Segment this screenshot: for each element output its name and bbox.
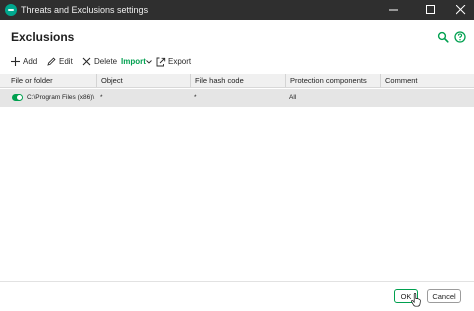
delete-label: Delete (94, 57, 118, 66)
minimize-icon (389, 9, 398, 11)
edit-button[interactable]: Edit (47, 55, 75, 69)
column-header-object[interactable]: Object (96, 74, 190, 87)
export-button[interactable]: Export (156, 55, 192, 69)
window-title: Threats and Exclusions settings (21, 5, 149, 15)
plus-icon (11, 57, 20, 66)
column-header-file-hash-code[interactable]: File hash code (190, 74, 285, 87)
title-bar: Threats and Exclusions settings (0, 0, 474, 20)
object-cell: * (100, 94, 103, 101)
close-button[interactable] (448, 0, 474, 20)
export-icon (156, 57, 166, 67)
toolbar: Add Edit Delete Import Export (0, 55, 474, 69)
chevron-down-icon (146, 60, 152, 64)
close-icon (456, 5, 466, 15)
comment-cell (380, 89, 474, 107)
exclusion-enabled-toggle[interactable] (12, 94, 23, 101)
delete-button[interactable]: Delete (82, 55, 118, 69)
x-icon (82, 57, 91, 66)
import-label: Import (121, 57, 146, 66)
page-title: Exclusions (11, 30, 75, 44)
column-header-comment[interactable]: Comment (380, 74, 474, 87)
cancel-button[interactable]: Cancel (427, 289, 461, 303)
pencil-icon (47, 57, 56, 66)
export-label: Export (168, 57, 192, 66)
cursor-icon (411, 293, 421, 307)
footer-divider (0, 281, 474, 282)
column-header-protection-components[interactable]: Protection components (285, 74, 380, 87)
edit-label: Edit (59, 57, 73, 66)
table-header: File or folder Object File hash code Pro… (0, 74, 474, 88)
file-or-folder-cell: C:\Program Files (x86)\ (27, 94, 95, 101)
exclusions-table: File or folder Object File hash code Pro… (0, 74, 474, 110)
minimize-button[interactable] (381, 0, 407, 20)
search-icon[interactable] (437, 31, 449, 43)
app-logo-icon (5, 4, 17, 16)
maximize-button[interactable] (418, 0, 444, 20)
import-dropdown[interactable]: Import (121, 55, 152, 69)
help-icon[interactable] (454, 31, 466, 43)
table-row[interactable]: C:\Program Files (x86)\ * * All (0, 89, 474, 107)
column-header-file-or-folder[interactable]: File or folder (7, 74, 96, 87)
file-hash-code-cell: * (194, 94, 197, 101)
add-button[interactable]: Add (11, 55, 39, 69)
protection-components-cell: All (289, 94, 297, 101)
maximize-icon (426, 5, 435, 14)
add-label: Add (23, 57, 38, 66)
